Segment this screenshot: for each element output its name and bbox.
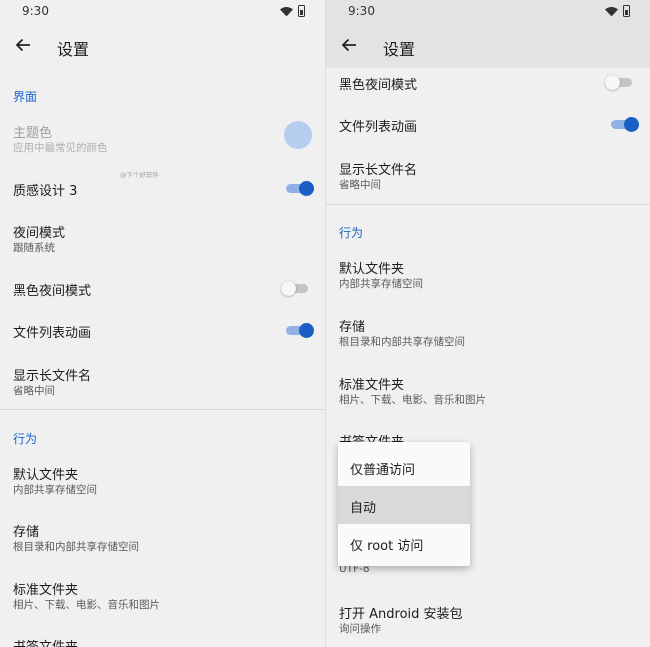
setting-storage[interactable]: 存储 根目录和内部共享存储空间 [0,516,325,560]
status-bar: 9:30 [326,0,650,24]
battery-icon [298,5,305,17]
setting-title: 夜间模式 [13,226,66,241]
setting-subtitle: 相片、下载、电影、音乐和图片 [339,394,486,406]
wifi-icon [280,6,293,16]
status-bar: 9:30 [0,0,325,24]
material3-switch[interactable] [284,181,314,196]
setting-subtitle: 省略中间 [13,385,55,397]
setting-bookmark-folder[interactable]: 书签文件夹 [0,632,325,647]
setting-black-night[interactable]: 黑色夜间模式 [0,274,325,306]
theme-color-swatch [284,121,312,149]
section-header-behavior: 行为 [339,226,364,240]
setting-title: 主题色 [13,126,53,141]
list-animation-switch[interactable] [609,117,639,132]
back-arrow-icon[interactable] [12,34,34,56]
setting-theme-color[interactable]: 主题色 应用中最常见的颜色 [0,114,325,158]
app-bar: 设置 [0,24,325,68]
setting-standard-folders[interactable]: 标准文件夹 相片、下载、电影、音乐和图片 [0,574,325,618]
setting-title: 质感设计 3 [13,184,78,199]
setting-subtitle: 询问操作 [339,623,381,635]
status-time: 9:30 [22,4,49,18]
setting-subtitle: 根目录和内部共享存储空间 [339,336,465,348]
status-time: 9:30 [348,4,375,18]
setting-long-filename[interactable]: 显示长文件名 省略中间 [0,360,325,404]
setting-subtitle: 相片、下载、电影、音乐和图片 [13,599,160,611]
page-title: 设置 [383,40,416,59]
access-mode-menu: 仅普通访问 自动 仅 root 访问 [338,442,470,566]
list-animation-switch[interactable] [284,323,314,338]
setting-standard-folders[interactable]: 标准文件夹 相片、下载、电影、音乐和图片 [326,370,650,414]
setting-title: 默认文件夹 [13,468,79,483]
setting-title: 默认文件夹 [339,262,405,277]
setting-black-night[interactable]: 黑色夜间模式 [326,72,650,96]
setting-long-filename[interactable]: 显示长文件名 省略中间 [326,156,650,200]
settings-pane-left: 9:30 设置 界面 主题色 应用中最常见的颜色 @下个好软件 质感设计 3 夜… [0,0,325,647]
setting-open-apk[interactable]: 打开 Android 安装包 询问操作 [326,600,650,644]
menu-item-auto[interactable]: 自动 [338,486,470,524]
setting-subtitle: 应用中最常见的颜色 [13,142,108,154]
setting-title: 存储 [339,320,366,335]
section-divider [0,409,325,410]
setting-subtitle: 根目录和内部共享存储空间 [13,541,139,553]
setting-list-animation[interactable]: 文件列表动画 [326,114,650,138]
section-divider [326,204,650,205]
battery-icon [623,5,630,17]
setting-title: 黑色夜间模式 [13,284,92,299]
setting-title: 打开 Android 安装包 [339,607,463,622]
menu-item-normal-access[interactable]: 仅普通访问 [338,448,470,486]
setting-title: 文件列表动画 [339,120,418,135]
back-arrow-icon[interactable] [338,34,360,56]
black-night-switch[interactable] [605,75,634,90]
setting-subtitle: 省略中间 [339,179,381,191]
setting-title: 文件列表动画 [13,326,92,341]
setting-default-folder[interactable]: 默认文件夹 内部共享存储空间 [0,458,325,502]
wifi-icon [605,6,618,16]
setting-title: 显示长文件名 [339,163,418,178]
setting-title: 标准文件夹 [339,378,405,393]
section-header-behavior: 行为 [13,432,38,446]
setting-subtitle: 跟随系统 [13,242,55,254]
section-header-ui: 界面 [13,90,38,104]
setting-storage[interactable]: 存储 根目录和内部共享存储空间 [326,312,650,356]
setting-title: 书签文件夹 [13,636,78,647]
setting-subtitle: 内部共享存储空间 [13,484,97,496]
black-night-switch[interactable] [281,281,310,296]
setting-title: 黑色夜间模式 [339,78,418,93]
setting-night-mode[interactable]: 夜间模式 跟随系统 [0,216,325,260]
page-title: 设置 [57,40,90,59]
setting-subtitle: 内部共享存储空间 [339,278,423,290]
settings-list[interactable]: 界面 主题色 应用中最常见的颜色 @下个好软件 质感设计 3 夜间模式 跟随系统… [0,68,325,647]
setting-title: 存储 [13,525,40,540]
setting-default-folder[interactable]: 默认文件夹 内部共享存储空间 [326,254,650,298]
setting-material3[interactable]: 质感设计 3 [0,172,325,204]
menu-item-root-access[interactable]: 仅 root 访问 [338,524,470,562]
setting-title: 标准文件夹 [13,583,79,598]
setting-list-animation[interactable]: 文件列表动画 [0,316,325,348]
setting-title: 显示长文件名 [13,369,92,384]
